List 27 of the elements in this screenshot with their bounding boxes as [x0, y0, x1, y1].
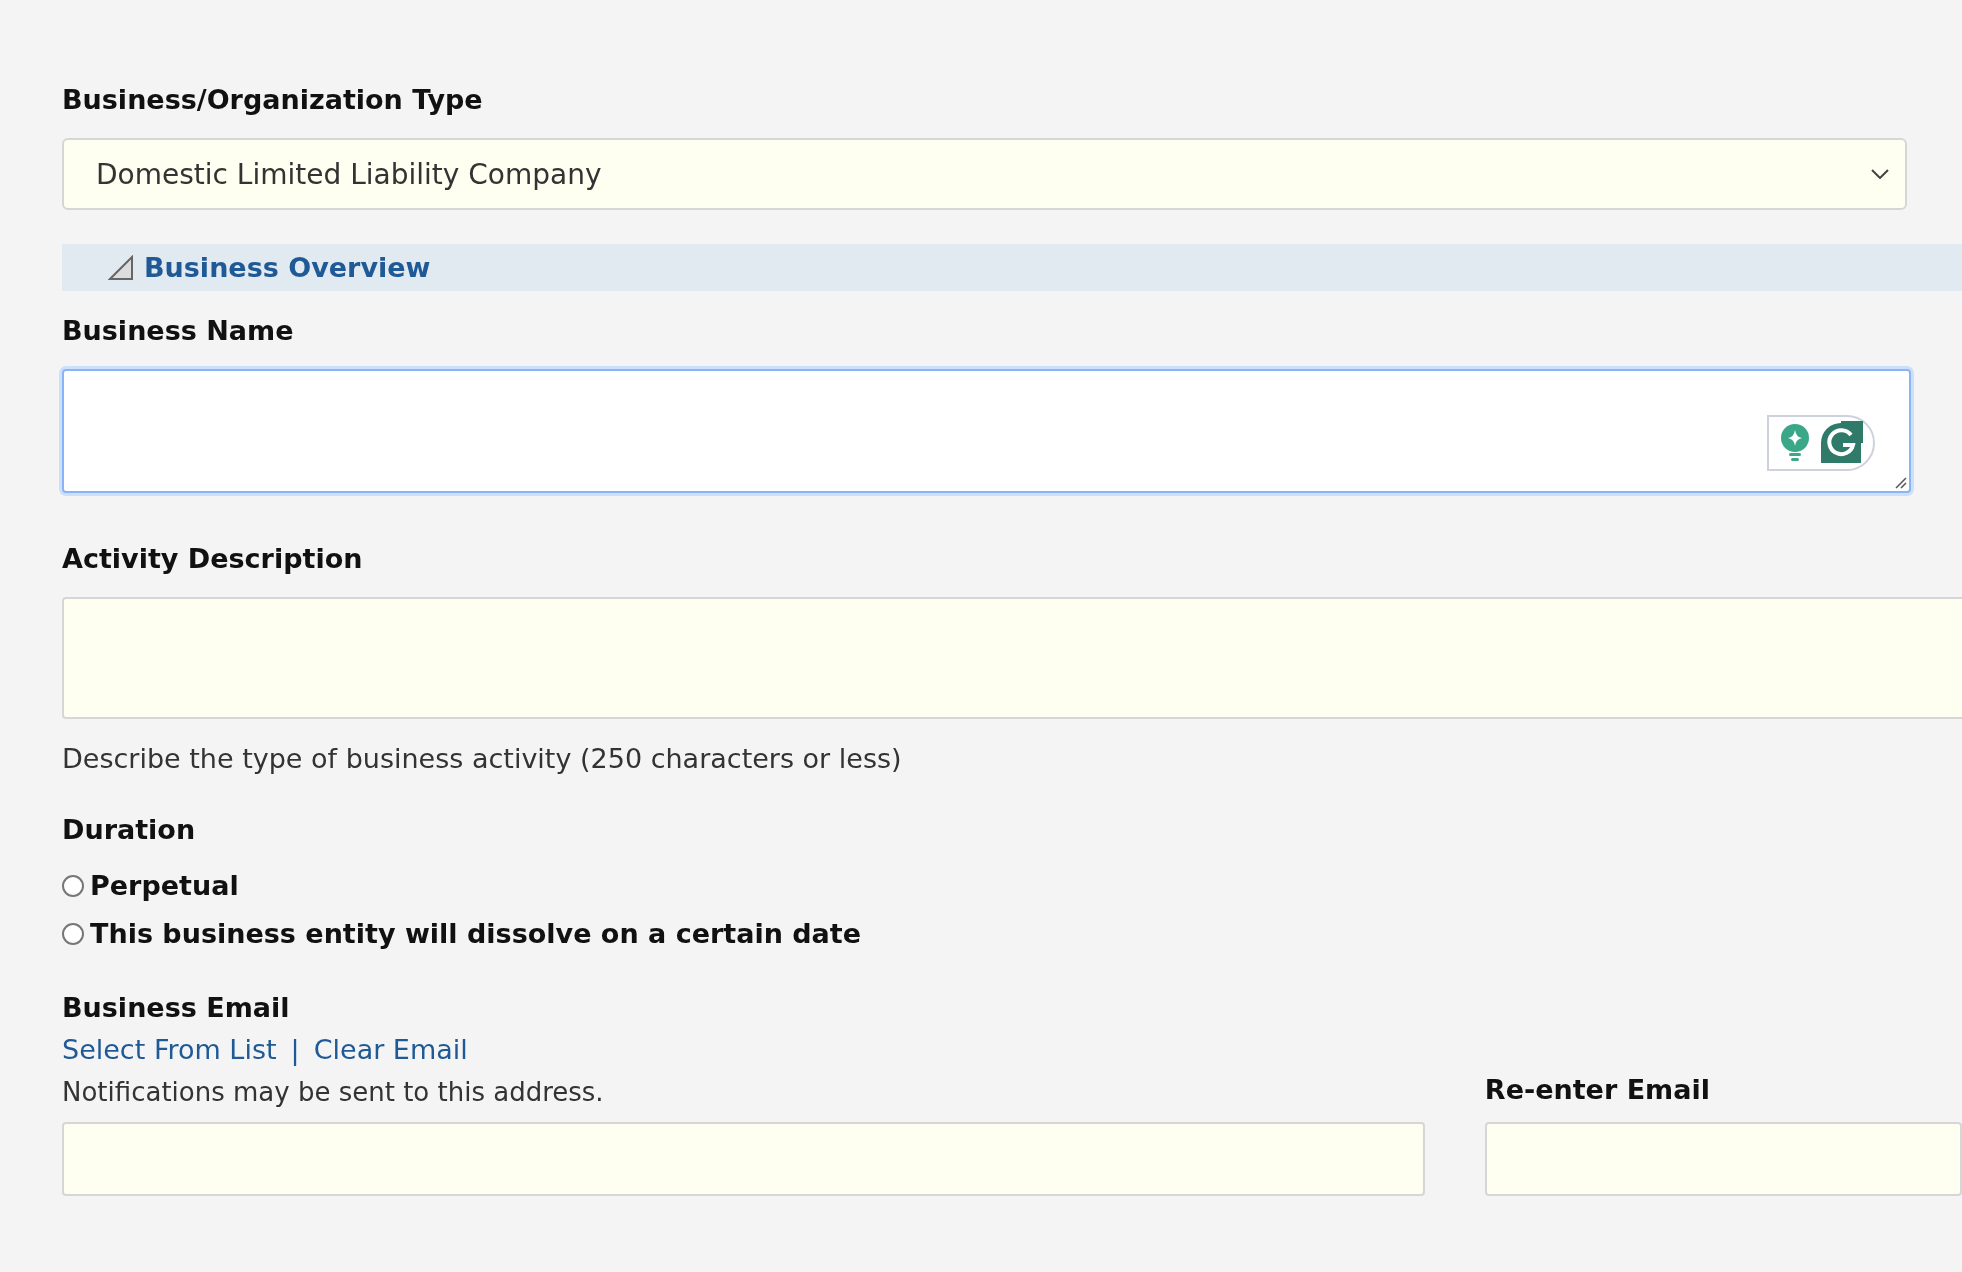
type-select[interactable]: Domestic Limited Liability Company [62, 138, 1907, 210]
radio-label[interactable]: This business entity will dissolve on a certain date [90, 914, 862, 954]
lightbulb-icon [1779, 423, 1811, 463]
radio-button[interactable] [62, 923, 84, 945]
section-header[interactable]: Business Overview [62, 244, 1962, 291]
email-link[interactable]: Clear Email [313, 1026, 468, 1074]
activity-description-field[interactable] [62, 597, 1962, 719]
note-text: Notifications may be sent to this address. [62, 1076, 605, 1109]
field-label: Business Email [62, 991, 291, 1025]
triangle-icon [108, 254, 134, 281]
field-label: Business/Organization Type [62, 83, 484, 117]
field-label: Business Name [62, 314, 295, 348]
email-field[interactable] [62, 1122, 1425, 1196]
separator: | [290, 1033, 300, 1068]
caret-icon [1871, 169, 1889, 179]
help-text: Describe the type of business activity (250 characters or less) [62, 743, 903, 774]
field-label: Duration [62, 813, 197, 847]
resize-handle-icon[interactable] [1895, 477, 1907, 489]
writing-assistant-widget[interactable] [1767, 415, 1875, 471]
field-label: Re-enter Email [1484, 1073, 1711, 1107]
g-logo-icon [1819, 421, 1863, 465]
business-name-field[interactable] [62, 369, 1911, 493]
radio-button[interactable] [62, 875, 84, 897]
reenter-email-field[interactable] [1484, 1122, 1962, 1196]
radio-label[interactable]: Perpetual [90, 866, 239, 906]
field-label: Activity Description [62, 542, 364, 576]
email-link[interactable]: Select From List [62, 1026, 277, 1074]
